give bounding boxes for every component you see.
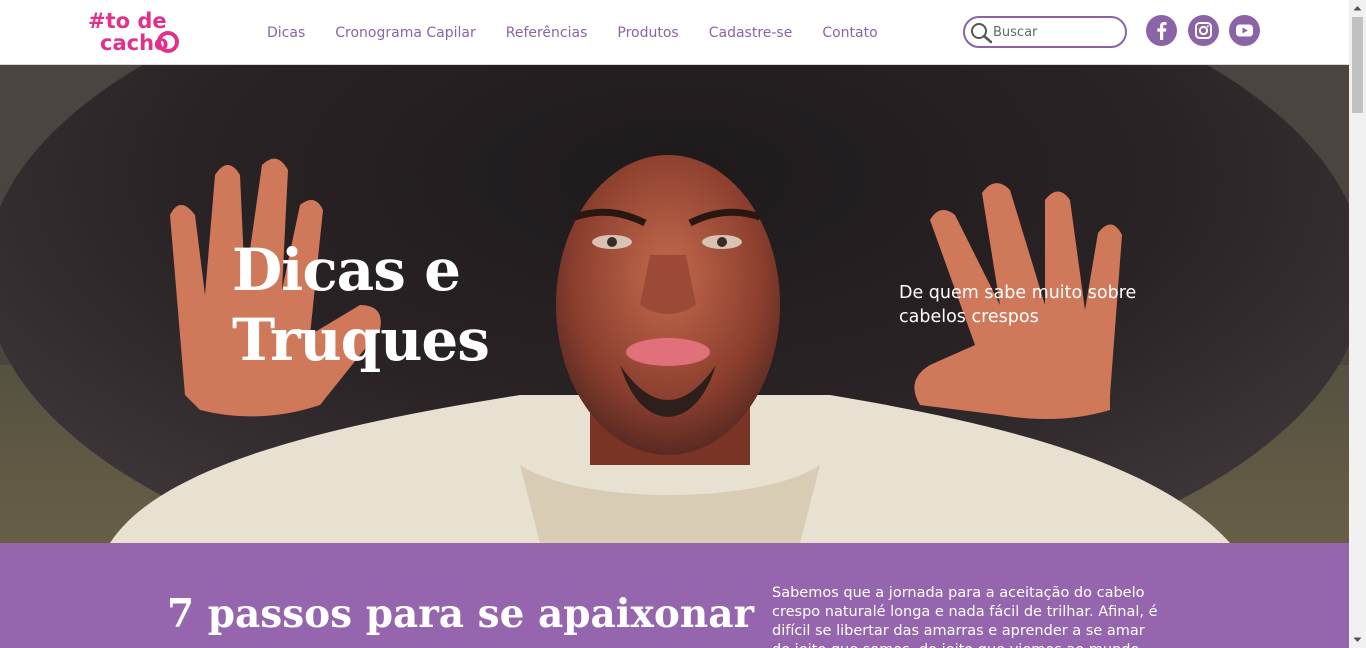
- article-intro-text: Sabemos que a jornada para a aceitação d…: [772, 585, 1158, 648]
- page-scrollbar[interactable]: [1349, 0, 1366, 648]
- youtube-link[interactable]: [1229, 15, 1260, 46]
- instagram-link[interactable]: [1188, 15, 1219, 46]
- scrollbar-thumb[interactable]: [1352, 17, 1363, 113]
- hero-title: Dicas e Truques: [232, 236, 490, 374]
- site-header: #to de cacho Dicas Cronograma Capilar Re…: [0, 0, 1349, 65]
- facebook-icon: [1157, 22, 1167, 40]
- search-icon[interactable]: [970, 22, 992, 44]
- nav-item-referencias[interactable]: Referências: [506, 25, 588, 41]
- scroll-up-arrow-icon[interactable]: [1349, 0, 1366, 17]
- article-title: 7 passos para se apaixonar: [167, 591, 755, 637]
- hero-background-image: [0, 65, 1349, 543]
- nav-item-cronograma-capilar[interactable]: Cronograma Capilar: [335, 25, 475, 41]
- site-logo[interactable]: #to de cacho: [88, 8, 182, 54]
- search-box: [963, 16, 1127, 48]
- scroll-down-arrow-icon[interactable]: [1349, 631, 1366, 648]
- main-nav: Dicas Cronograma Capilar Referências Pro…: [252, 0, 893, 65]
- facebook-link[interactable]: [1146, 15, 1177, 46]
- nav-item-dicas[interactable]: Dicas: [267, 25, 305, 41]
- intro-section: 7 passos para se apaixonar Sabemos que a…: [0, 543, 1349, 648]
- hero-subtitle: De quem sabe muito sobre cabelos crespos: [899, 283, 1137, 327]
- nav-item-produtos[interactable]: Produtos: [617, 25, 678, 41]
- hero-banner: Dicas e Truques De quem sabe muito sobre…: [0, 65, 1349, 543]
- instagram-icon: [1195, 22, 1212, 39]
- logo-text: #to de: [88, 9, 167, 33]
- search-input[interactable]: [993, 23, 1121, 42]
- nav-item-contato[interactable]: Contato: [822, 25, 877, 41]
- youtube-icon: [1236, 24, 1253, 37]
- nav-item-cadastre-se[interactable]: Cadastre-se: [709, 25, 793, 41]
